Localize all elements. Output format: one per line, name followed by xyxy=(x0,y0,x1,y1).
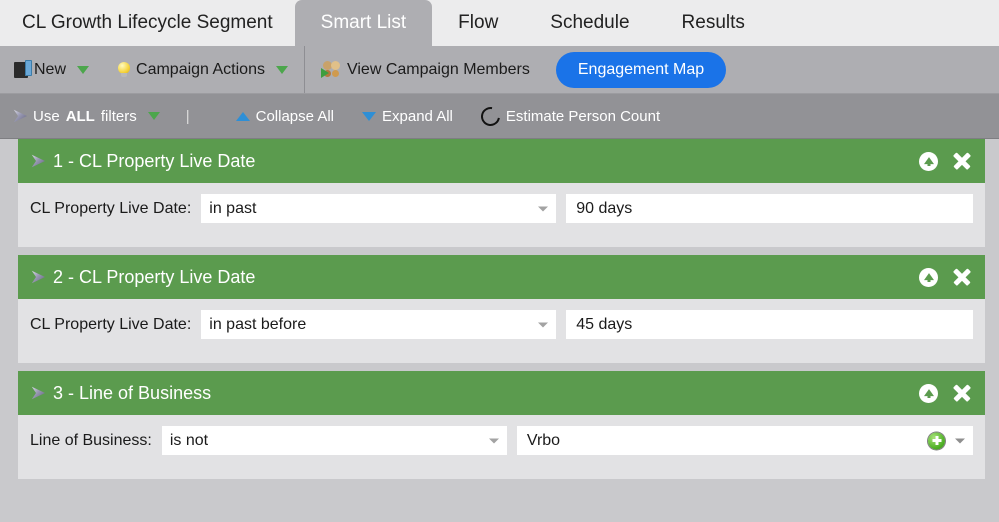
use-filters-prefix: Use xyxy=(33,107,60,125)
triangle-down-icon xyxy=(362,111,376,121)
filter-operator-select[interactable]: in past xyxy=(201,194,557,223)
view-campaign-members-button[interactable]: View Campaign Members xyxy=(307,46,544,93)
campaign-actions-button[interactable]: Campaign Actions xyxy=(103,46,302,93)
tab-cl-growth-lifecycle-segment[interactable]: CL Growth Lifecycle Segment xyxy=(0,0,295,46)
toolbar-divider xyxy=(303,46,305,93)
campaign-actions-label: Campaign Actions xyxy=(136,60,265,78)
filter-title: 2 - CL Property Live Date xyxy=(53,266,256,287)
filter-operator-select[interactable]: is not xyxy=(161,426,507,455)
filter-value-text: 45 days xyxy=(576,315,633,333)
add-value-icon[interactable] xyxy=(928,432,945,449)
smart-list-page: CL Growth Lifecycle Segment Smart List F… xyxy=(0,0,999,522)
filter-toolbar: Use ALL filters | Collapse All Expand Al… xyxy=(0,94,999,139)
move-up-icon[interactable] xyxy=(919,267,938,287)
move-up-icon[interactable] xyxy=(919,383,938,403)
chevron-down-icon xyxy=(275,65,288,74)
close-icon[interactable] xyxy=(952,152,971,171)
filter-title: 1 - CL Property Live Date xyxy=(53,150,256,171)
refresh-icon xyxy=(477,102,504,130)
funnel-icon xyxy=(31,154,45,168)
filter-block: 3 - Line of Business Line of Business: i… xyxy=(18,371,985,479)
filter-value-text: Vrbo xyxy=(526,431,561,449)
chevron-down-icon xyxy=(538,206,549,211)
tab-flow[interactable]: Flow xyxy=(432,0,524,46)
chevron-down-icon xyxy=(538,322,549,327)
use-filters-suffix: filters xyxy=(100,107,137,125)
new-button-label: New xyxy=(34,60,67,78)
funnel-icon xyxy=(31,386,45,400)
filter-operator-select[interactable]: in past before xyxy=(201,310,557,339)
tab-label: Results xyxy=(681,12,745,33)
close-icon[interactable] xyxy=(952,384,971,403)
tab-bar: CL Growth Lifecycle Segment Smart List F… xyxy=(0,0,999,46)
filter-value-input[interactable]: 45 days xyxy=(566,310,973,339)
estimate-person-count-button[interactable]: Estimate Person Count xyxy=(467,94,674,138)
filter-field-label: CL Property Live Date: xyxy=(30,315,192,333)
close-icon[interactable] xyxy=(952,268,971,287)
filter-value-input[interactable]: 90 days xyxy=(566,194,973,223)
engagement-map-button[interactable]: Engagement Map xyxy=(555,51,727,88)
filter-operator-value: in past before xyxy=(209,315,307,333)
members-icon xyxy=(320,61,341,78)
filterbar-divider: | xyxy=(185,107,190,125)
filter-value-text: 90 days xyxy=(576,199,633,217)
chevron-down-icon[interactable] xyxy=(955,438,965,443)
tab-smart-list[interactable]: Smart List xyxy=(294,0,433,46)
expand-all-button[interactable]: Expand All xyxy=(348,94,467,138)
triangle-up-icon xyxy=(235,111,250,121)
tab-schedule[interactable]: Schedule xyxy=(524,0,655,46)
tab-results[interactable]: Results xyxy=(656,0,771,46)
collapse-all-label: Collapse All xyxy=(255,107,334,125)
chevron-down-icon xyxy=(77,65,90,74)
tab-label: Smart List xyxy=(320,12,407,33)
use-filters-strong: ALL xyxy=(65,107,95,125)
filter-operator-value: in past xyxy=(209,199,257,217)
filter-operator-value: is not xyxy=(169,431,209,449)
filter-field-label: Line of Business: xyxy=(30,431,152,449)
filter-body: Line of Business: is not Vrbo xyxy=(18,415,985,479)
funnel-icon xyxy=(13,109,27,123)
filter-block: 2 - CL Property Live Date CL Property Li… xyxy=(18,255,985,363)
filter-header-actions xyxy=(919,383,971,403)
filter-field-label: CL Property Live Date: xyxy=(30,199,192,217)
new-icon xyxy=(14,59,32,78)
use-all-filters-button[interactable]: Use ALL filters xyxy=(0,94,174,138)
tab-label: Schedule xyxy=(550,12,630,33)
new-button[interactable]: New xyxy=(0,46,103,93)
estimate-person-count-label: Estimate Person Count xyxy=(505,107,661,125)
filter-block: 1 - CL Property Live Date CL Property Li… xyxy=(18,139,985,247)
chevron-down-icon xyxy=(147,112,160,120)
filter-value-tools xyxy=(928,432,965,449)
filter-header[interactable]: 3 - Line of Business xyxy=(18,371,985,415)
filter-title: 3 - Line of Business xyxy=(53,382,212,403)
filter-body: CL Property Live Date: in past 90 days xyxy=(18,183,985,247)
filter-header-actions xyxy=(919,151,971,171)
expand-all-label: Expand All xyxy=(382,107,453,125)
filter-canvas: 1 - CL Property Live Date CL Property Li… xyxy=(0,139,999,522)
collapse-all-button[interactable]: Collapse All xyxy=(222,94,348,138)
chevron-down-icon xyxy=(488,438,499,443)
filter-value-input[interactable]: Vrbo xyxy=(516,426,973,455)
filter-header-actions xyxy=(919,267,971,287)
view-campaign-members-label: View Campaign Members xyxy=(346,60,530,78)
tab-label: CL Growth Lifecycle Segment xyxy=(22,12,273,33)
funnel-icon xyxy=(31,270,45,284)
move-up-icon[interactable] xyxy=(919,151,938,171)
filter-header[interactable]: 2 - CL Property Live Date xyxy=(18,255,985,299)
filter-header[interactable]: 1 - CL Property Live Date xyxy=(18,139,985,183)
action-toolbar: New Campaign Actions View Campaign Membe… xyxy=(0,46,999,94)
tab-label: Flow xyxy=(458,12,499,33)
filter-body: CL Property Live Date: in past before 45… xyxy=(18,299,985,363)
lightbulb-icon xyxy=(117,62,131,77)
